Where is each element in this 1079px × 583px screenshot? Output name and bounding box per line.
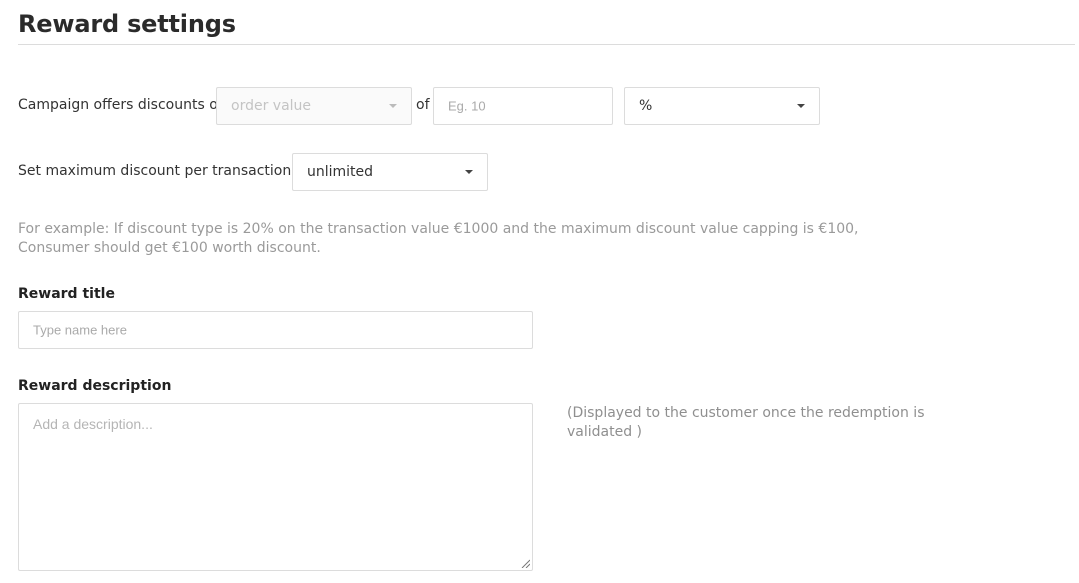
reward-title-placeholder: Type name here xyxy=(33,322,127,338)
page-title: Reward settings xyxy=(18,10,236,38)
chevron-down-icon xyxy=(797,104,805,108)
note-line-2: validated ) xyxy=(567,424,643,440)
hint-line-2: Consumer should get €100 worth discount. xyxy=(18,240,321,256)
discount-basis-value: order value xyxy=(231,98,312,114)
of-label: of xyxy=(416,97,430,113)
max-discount-select[interactable]: unlimited xyxy=(292,153,488,191)
discount-unit-select[interactable]: % xyxy=(624,87,820,125)
discount-unit-value: % xyxy=(639,98,653,114)
discount-example-hint: For example: If discount type is 20% on … xyxy=(18,220,859,258)
chevron-down-icon xyxy=(465,170,473,174)
max-discount-value: unlimited xyxy=(307,164,374,180)
discount-prefix-label: Campaign offers discounts on xyxy=(18,97,227,113)
hint-line-1: For example: If discount type is 20% on … xyxy=(18,221,859,237)
discount-basis-select[interactable]: order value xyxy=(216,87,412,125)
reward-description-placeholder: Add a description... xyxy=(33,416,153,432)
title-divider xyxy=(18,44,1075,45)
chevron-down-icon xyxy=(389,104,397,108)
reward-description-textarea[interactable]: Add a description... xyxy=(18,403,533,571)
reward-description-note: (Displayed to the customer once the rede… xyxy=(567,404,927,442)
discount-amount-placeholder: Eg. 10 xyxy=(448,98,486,114)
reward-title-label: Reward title xyxy=(18,286,115,302)
discount-amount-input[interactable]: Eg. 10 xyxy=(433,87,613,125)
reward-title-input[interactable]: Type name here xyxy=(18,311,533,349)
note-line-1: (Displayed to the customer once the rede… xyxy=(567,405,925,421)
max-discount-label: Set maximum discount per transaction to xyxy=(18,163,310,179)
resize-grip-icon[interactable] xyxy=(521,559,530,568)
reward-description-label: Reward description xyxy=(18,378,172,394)
